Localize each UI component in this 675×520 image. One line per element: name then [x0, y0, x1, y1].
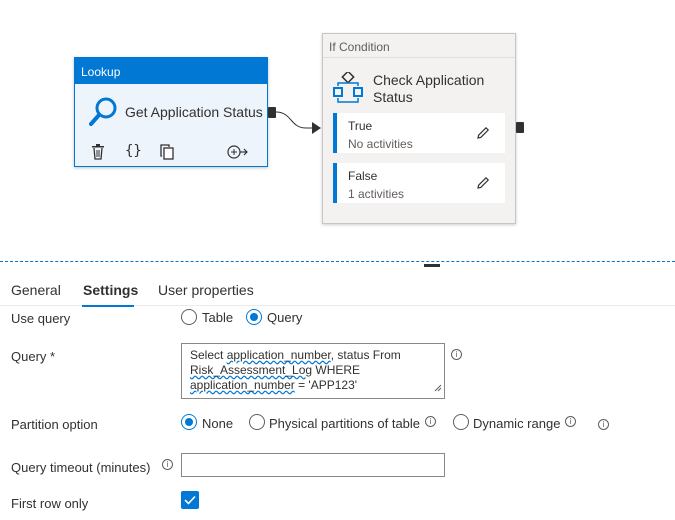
tab-general[interactable]: General	[11, 282, 61, 298]
query-label: Query *	[11, 349, 56, 364]
if-condition-type-label: If Condition	[323, 34, 515, 58]
query-timeout-label: Query timeout (minutes)	[11, 460, 151, 475]
radio-label: Table	[202, 310, 234, 325]
info-icon[interactable]: i	[425, 416, 436, 427]
tab-settings[interactable]: Settings	[83, 282, 138, 298]
required-asterisk: *	[50, 349, 56, 364]
properties-tabs: General Settings User properties	[0, 266, 675, 307]
pipeline-canvas[interactable]: Lookup Get Application Status {} If Cond…	[0, 0, 675, 262]
edit-pencil-icon[interactable]	[475, 125, 491, 146]
branch-label: True	[348, 119, 373, 133]
radio-label: Dynamic range	[473, 416, 561, 431]
checkmark-icon	[184, 495, 196, 505]
info-icon[interactable]: i	[598, 419, 609, 430]
radio-label: None	[202, 416, 234, 431]
branch-label: False	[348, 169, 378, 183]
radio-label: Physical partitions of table	[269, 416, 421, 431]
radio-label: Query	[267, 310, 303, 325]
panel-divider	[0, 261, 675, 262]
first-row-only-checkbox[interactable]	[181, 491, 199, 509]
first-row-only-label: First row only	[11, 496, 89, 511]
use-query-table-radio[interactable]	[181, 309, 197, 325]
partition-none-radio[interactable]	[181, 414, 197, 430]
tab-user-properties[interactable]: User properties	[158, 282, 254, 298]
partition-physical-radio[interactable]	[249, 414, 265, 430]
branch-summary: No activities	[348, 137, 413, 151]
if-condition-name: Check Application Status	[373, 72, 485, 105]
info-icon[interactable]: i	[451, 349, 462, 360]
active-tab-indicator	[82, 305, 134, 307]
if-condition-activity[interactable]: If Condition Check Application Status Tr…	[322, 33, 516, 224]
info-icon[interactable]: i	[162, 459, 173, 470]
resize-handle-icon[interactable]	[434, 381, 442, 396]
branch-false[interactable]: False 1 activities	[333, 163, 505, 203]
partition-option-label: Partition option	[11, 417, 98, 432]
if-condition-output-port[interactable]	[516, 122, 524, 133]
query-textarea[interactable]: Select application_number, status From R…	[181, 343, 445, 399]
branch-icon	[333, 70, 363, 109]
branch-summary: 1 activities	[348, 187, 405, 201]
use-query-query-radio[interactable]	[246, 309, 262, 325]
edit-pencil-icon[interactable]	[475, 175, 491, 196]
info-icon[interactable]: i	[565, 416, 576, 427]
branch-true[interactable]: True No activities	[333, 113, 505, 153]
use-query-label: Use query	[11, 311, 71, 326]
partition-dynamic-range-radio[interactable]	[453, 414, 469, 430]
query-timeout-input[interactable]	[181, 453, 445, 477]
